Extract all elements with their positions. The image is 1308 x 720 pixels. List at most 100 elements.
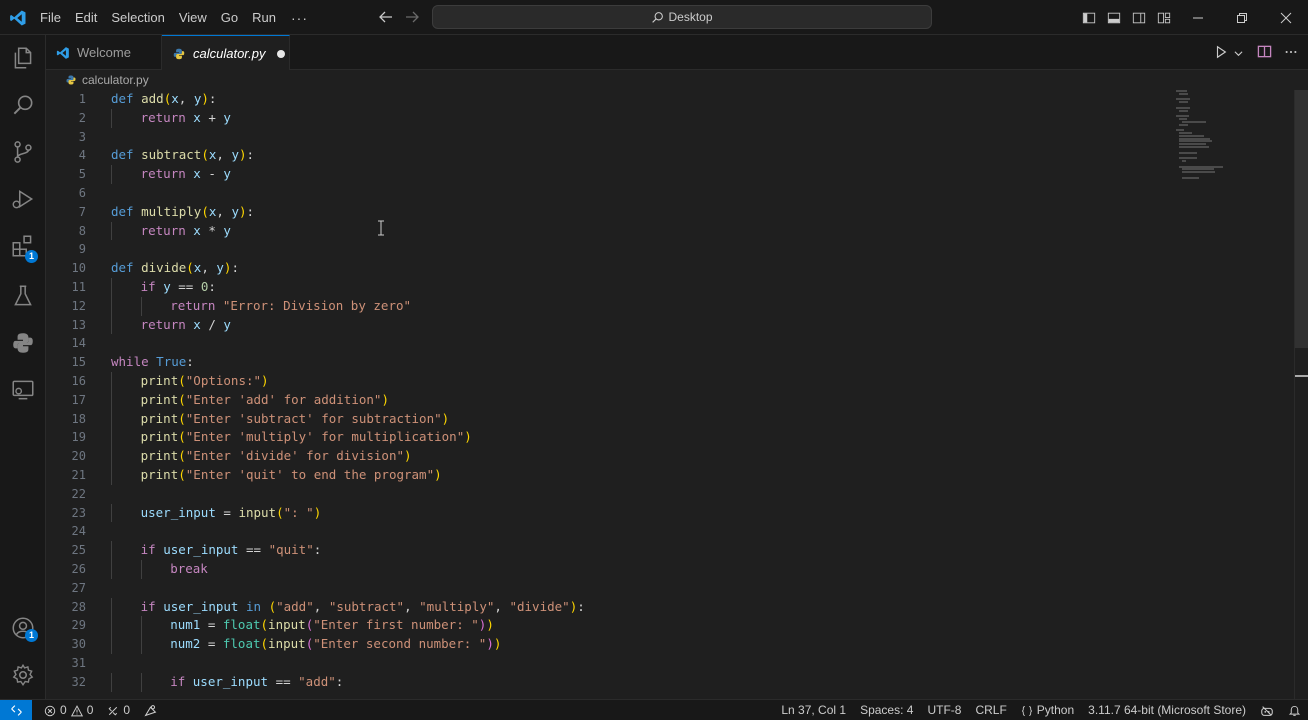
python-icon[interactable] [10, 330, 36, 356]
breadcrumb-file[interactable]: calculator.py [82, 73, 149, 87]
code-token: = [215, 504, 239, 520]
source-control-icon[interactable] [10, 139, 36, 165]
code-token: in [245, 598, 262, 614]
minimap-line [1176, 115, 1189, 118]
indentation[interactable]: Spaces: 4 [853, 700, 920, 720]
code-token: user_input [140, 504, 216, 520]
code-text: print("Enter 'subtract' for subtraction"… [141, 410, 450, 429]
code-token: ": " [283, 504, 314, 520]
customize-layout-icon[interactable] [1151, 0, 1176, 35]
minimap-line [1179, 143, 1206, 146]
code-token: ( [178, 429, 186, 445]
code-token: "quit" [268, 542, 314, 558]
code-token: "Options:" [185, 372, 262, 388]
tab-welcome[interactable]: Welcome [46, 35, 162, 70]
menu-go[interactable]: Go [214, 0, 245, 35]
close-window-icon[interactable] [1264, 0, 1308, 35]
menu-more-icon[interactable]: ··· [283, 10, 316, 26]
notifications-bell-icon[interactable] [1281, 704, 1308, 717]
indent-guide [140, 296, 142, 316]
remote-indicator-icon[interactable] [0, 700, 32, 720]
tab-calculator-py[interactable]: calculator.py [162, 35, 290, 71]
indent-guide [111, 371, 112, 391]
vertical-scrollbar[interactable] [1294, 90, 1308, 699]
file-encoding[interactable]: UTF-8 [920, 700, 968, 720]
back-arrow-icon[interactable] [378, 9, 394, 25]
code-token: True [156, 354, 187, 370]
run-dropdown-chevron-icon[interactable] [1234, 45, 1243, 63]
minimize-icon[interactable] [1176, 0, 1220, 35]
command-center-label: Desktop [668, 10, 713, 24]
problems-status[interactable]: 0 0 [40, 700, 97, 720]
unsaved-dot-icon[interactable] [276, 49, 285, 58]
menu-run[interactable]: Run [245, 0, 283, 35]
scrollbar-thumb[interactable] [1295, 90, 1308, 348]
toggle-panel-icon[interactable] [1101, 0, 1126, 35]
code-token: = [200, 636, 223, 652]
menu-view[interactable]: View [172, 0, 214, 35]
copilot-icon[interactable] [1253, 704, 1281, 718]
code-text: if user_input == "add": [170, 673, 343, 692]
code-token: print [140, 391, 179, 407]
forward-arrow-icon[interactable] [404, 9, 420, 25]
code-token: ( [260, 636, 269, 652]
code-token: if [170, 673, 186, 689]
code-token: : [577, 598, 585, 614]
toggle-secondary-sidebar-icon[interactable] [1126, 0, 1151, 35]
minimap-line [1179, 137, 1210, 140]
explorer-icon[interactable] [10, 45, 36, 71]
indent-guide [111, 635, 112, 654]
toggle-primary-sidebar-icon[interactable] [1076, 0, 1101, 35]
code-text: print("Enter 'add' for addition") [141, 391, 389, 410]
code-token: def [111, 147, 134, 163]
more-actions-icon[interactable] [1284, 45, 1298, 64]
code-token: break [170, 560, 208, 576]
cursor-position[interactable]: Ln 37, Col 1 [774, 700, 853, 720]
menu-selection[interactable]: Selection [104, 0, 171, 35]
ports-status[interactable]: 0 [101, 700, 136, 720]
code-token: , [313, 598, 329, 614]
code-token: ) [238, 147, 247, 163]
restore-icon[interactable] [1220, 0, 1264, 35]
code-token: ) [441, 410, 450, 426]
status-left: 0 0 0 [40, 700, 161, 720]
menu-edit[interactable]: Edit [68, 0, 104, 35]
line-number: 1 [78, 92, 86, 106]
menu-file[interactable]: File [33, 0, 68, 35]
end-of-line[interactable]: CRLF [968, 700, 1013, 720]
line-number: 11 [71, 279, 86, 294]
code-token: num1 [170, 617, 201, 633]
live-share-icon[interactable] [140, 704, 161, 717]
code-token: ) [464, 429, 472, 445]
python-interpreter[interactable]: 3.11.7 64-bit (Microsoft Store) [1081, 700, 1253, 720]
line-number: 23 [71, 505, 86, 520]
code-token: : [313, 542, 322, 558]
code-text: print("Options:") [141, 372, 269, 391]
extensions-badge: 1 [25, 250, 38, 263]
run-python-file-icon[interactable] [1214, 45, 1228, 64]
remote-explorer-icon[interactable] [10, 377, 36, 403]
indent-guide [140, 559, 142, 579]
search-icon[interactable] [10, 92, 36, 118]
editor-actions [1214, 44, 1298, 64]
code-token: return [140, 316, 186, 332]
ports-count: 0 [123, 703, 131, 717]
command-center-search[interactable]: Desktop [432, 5, 932, 29]
status-right: Ln 37, Col 1 Spaces: 4 UTF-8 CRLF Python… [774, 700, 1308, 720]
code-token: "Enter 'subtract' for subtraction" [185, 410, 442, 426]
code-token: , [216, 147, 232, 163]
code-token: y [223, 222, 231, 238]
code-token: add [141, 91, 164, 106]
code-editor[interactable]: 1 def add(x, y): 2 return x + y 3 4 def subtra… [46, 90, 1308, 699]
language-mode[interactable]: Python [1014, 700, 1081, 720]
code-text: return "Error: Division by zero" [170, 297, 411, 316]
warning-icon [70, 704, 83, 716]
indent-guide [111, 672, 112, 692]
manage-gear-icon[interactable] [10, 662, 36, 688]
run-debug-icon[interactable] [10, 186, 36, 212]
testing-icon[interactable] [10, 283, 36, 309]
split-editor-icon[interactable] [1257, 44, 1272, 64]
line-number: 32 [71, 674, 86, 689]
minimap[interactable] [1176, 90, 1246, 190]
code-token: return [140, 166, 186, 182]
